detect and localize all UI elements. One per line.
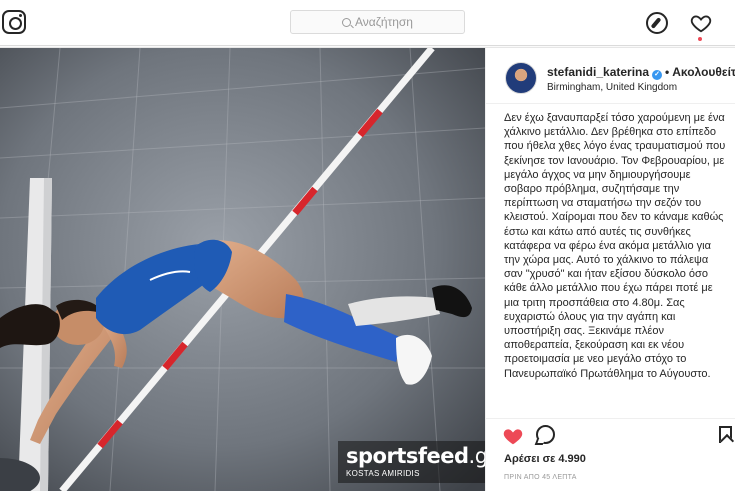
photo-credit: KOSTAS AMIRIDIS — [346, 469, 420, 478]
username-link[interactable]: stefanidi_katerina — [547, 65, 649, 79]
post-actions: Αρέσει σε 4.990 ΠΡΙΝ ΑΠΟ 45 ΛΕΠΤΑ — [486, 418, 735, 491]
watermark-brand: sportsfeed.gr — [346, 445, 485, 468]
search-placeholder: Αναζήτηση — [355, 15, 413, 29]
post-timestamp[interactable]: ΠΡΙΝ ΑΠΟ 45 ΛΕΠΤΑ — [504, 474, 577, 481]
post-header: stefanidi_katerina ✓ • Ακολουθείτε Birmingh… — [486, 48, 735, 104]
post-sidebar: stefanidi_katerina ✓ • Ακολουθείτε Birmingh… — [485, 48, 735, 491]
like-heart-icon[interactable] — [502, 425, 524, 447]
search-icon — [342, 17, 352, 27]
post-caption: Δεν έχω ξαναυπαρξεί τόσο χαρούμενη με έν… — [504, 112, 726, 380]
bookmark-icon[interactable] — [719, 426, 732, 443]
likes-count[interactable]: Αρέσει σε 4.990 — [504, 453, 586, 465]
instagram-camera-icon[interactable] — [2, 10, 26, 34]
post-container: sportsfeed.gr KOSTAS AMIRIDIS stefanidi_… — [0, 47, 735, 491]
avatar[interactable] — [505, 62, 537, 94]
notification-dot — [698, 37, 702, 41]
pole-vault-photo — [0, 48, 485, 491]
comment-icon[interactable] — [536, 425, 555, 444]
watermark: sportsfeed.gr KOSTAS AMIRIDIS — [338, 441, 485, 483]
following-button[interactable]: Ακολουθείτε — [672, 65, 735, 79]
watermark-brand-feed: feed — [417, 444, 469, 468]
watermark-brand-tld: .gr — [468, 444, 485, 468]
watermark-brand-sports: sports — [346, 444, 418, 468]
compass-icon[interactable] — [646, 12, 668, 34]
location-link[interactable]: Birmingham, United Kingdom — [547, 82, 677, 93]
author-line: stefanidi_katerina ✓ • Ακολουθείτε — [547, 65, 735, 80]
verified-badge-icon: ✓ — [652, 70, 663, 80]
top-navigation-bar: Αναζήτηση — [0, 0, 735, 46]
search-input[interactable]: Αναζήτηση — [290, 10, 465, 34]
post-photo[interactable]: sportsfeed.gr KOSTAS AMIRIDIS — [0, 48, 485, 491]
heart-icon[interactable] — [690, 12, 712, 34]
separator: • — [665, 65, 670, 79]
